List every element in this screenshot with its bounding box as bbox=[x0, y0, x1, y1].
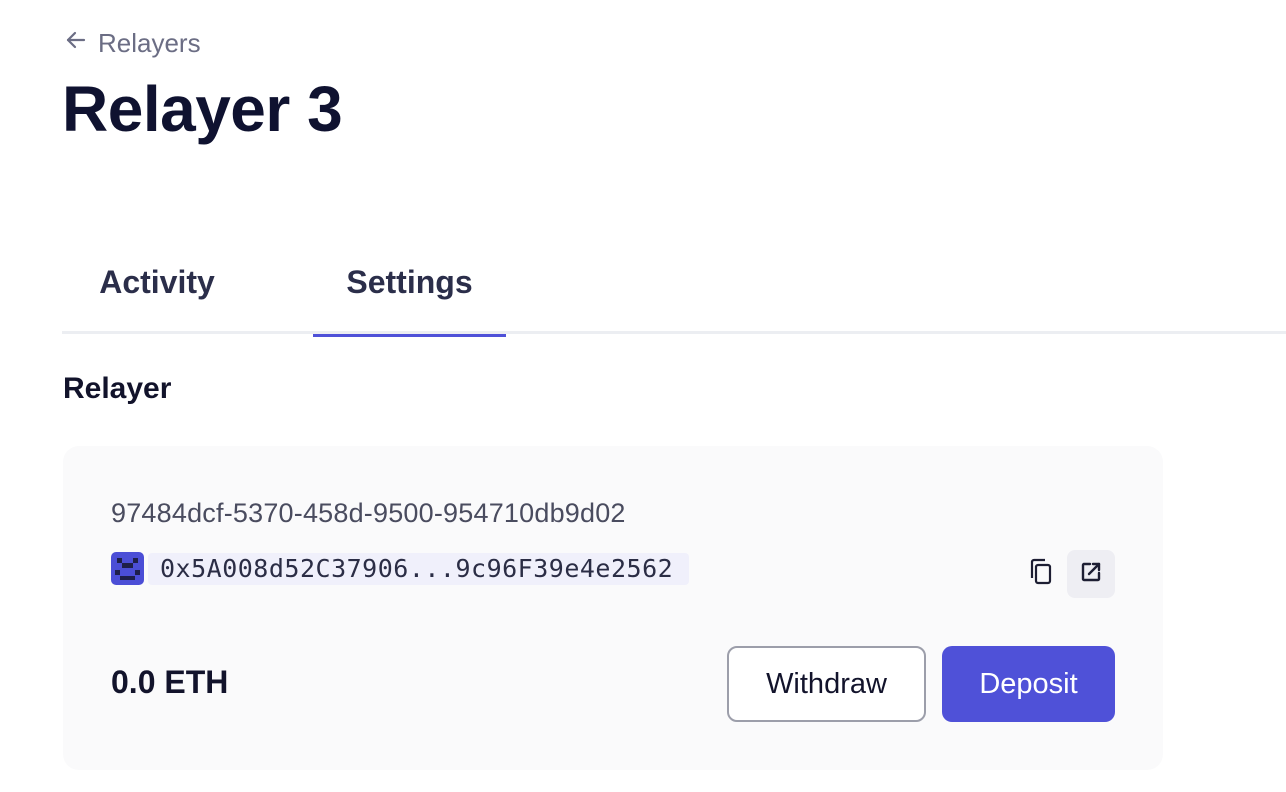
relayer-balance: 0.0 ETH bbox=[111, 664, 229, 700]
section-title: Relayer bbox=[63, 372, 172, 405]
arrow-left-icon bbox=[64, 28, 88, 59]
open-explorer-button[interactable] bbox=[1067, 550, 1115, 598]
relayer-card: 97484dcf-5370-458d-9500-954710db9d02 0x5… bbox=[63, 446, 1163, 770]
copy-icon bbox=[1028, 558, 1054, 591]
back-to-relayers-link[interactable]: Relayers bbox=[64, 28, 201, 59]
withdraw-button[interactable]: Withdraw bbox=[727, 646, 926, 722]
address-row: 0x5A008d52C37906...9c96F39e4e2562 bbox=[111, 552, 690, 585]
address-avatar bbox=[111, 552, 144, 585]
back-link-label: Relayers bbox=[98, 28, 201, 58]
tab-bar: Activity Settings bbox=[62, 248, 1286, 337]
copy-address-button[interactable] bbox=[1021, 550, 1061, 598]
external-link-icon bbox=[1079, 560, 1103, 589]
page-title: Relayer 3 bbox=[62, 73, 343, 145]
tab-activity[interactable]: Activity bbox=[62, 248, 252, 334]
relayer-settings-page: Relayers Relayer 3 Activity Settings Rel… bbox=[0, 0, 1286, 792]
relayer-id: 97484dcf-5370-458d-9500-954710db9d02 bbox=[111, 498, 626, 528]
relayer-address: 0x5A008d52C37906...9c96F39e4e2562 bbox=[148, 552, 690, 585]
tab-settings[interactable]: Settings bbox=[313, 248, 506, 337]
deposit-button[interactable]: Deposit bbox=[942, 646, 1115, 722]
